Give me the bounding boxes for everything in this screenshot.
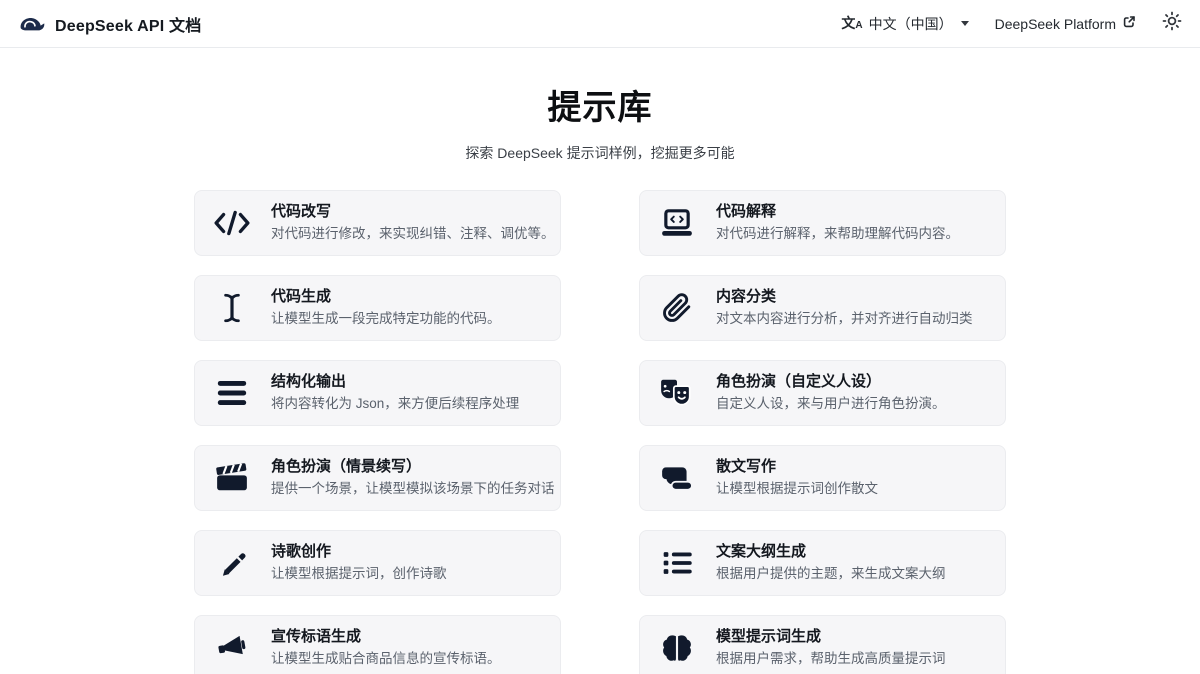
- pencil-icon: [209, 547, 255, 579]
- sun-icon: [1162, 11, 1182, 36]
- card-desc: 提供一个场景，让模型模拟该场景下的任务对话: [271, 481, 555, 497]
- card-content-classify[interactable]: 内容分类 对文本内容进行分析，并对齐进行自动归类: [639, 275, 1006, 341]
- language-label: 中文（中国）: [868, 15, 953, 32]
- card-desc: 自定义人设，来与用户进行角色扮演。: [716, 396, 946, 412]
- card-structured-output[interactable]: 结构化输出 将内容转化为 Json，来方便后续程序处理: [194, 360, 561, 426]
- card-desc: 让模型生成贴合商品信息的宣传标语。: [271, 651, 501, 667]
- card-title: 代码生成: [271, 288, 332, 306]
- brand[interactable]: DeepSeek API 文档: [18, 12, 201, 36]
- card-desc: 将内容转化为 Json，来方便后续程序处理: [271, 396, 520, 412]
- card-title: 结构化输出: [271, 373, 347, 391]
- code-icon: [209, 208, 255, 238]
- card-code-explain[interactable]: 代码解释 对代码进行解释，来帮助理解代码内容。: [639, 190, 1006, 256]
- card-title: 诗歌创作: [271, 543, 332, 561]
- brain-icon: [654, 633, 700, 663]
- list-icon: [654, 549, 700, 577]
- platform-link[interactable]: DeepSeek Platform: [995, 15, 1136, 32]
- clapperboard-icon: [209, 463, 255, 493]
- card-desc: 对代码进行解释，来帮助理解代码内容。: [716, 226, 959, 242]
- translate-icon: 文A: [841, 15, 863, 31]
- megaphone-icon: [209, 633, 255, 663]
- card-roleplay-scenario[interactable]: 角色扮演（情景续写） 提供一个场景，让模型模拟该场景下的任务对话: [194, 445, 561, 511]
- deepseek-whale-icon: [18, 14, 45, 34]
- card-title: 角色扮演（自定义人设）: [716, 373, 882, 391]
- card-poetry-writing[interactable]: 诗歌创作 让模型根据提示词，创作诗歌: [194, 530, 561, 596]
- card-code-rewrite[interactable]: 代码改写 对代码进行修改，来实现纠错、注释、调优等。: [194, 190, 561, 256]
- laptop-code-icon: [654, 208, 700, 238]
- hero: 提示库 探索 DeepSeek 提示词样例，挖掘更多可能: [0, 48, 1200, 163]
- card-prose-writing[interactable]: 散文写作 让模型根据提示词创作散文: [639, 445, 1006, 511]
- external-link-icon: [1122, 15, 1136, 32]
- card-outline-generate[interactable]: 文案大纲生成 根据用户提供的主题，来生成文案大纲: [639, 530, 1006, 596]
- paperclip-icon: [654, 293, 700, 323]
- theater-masks-icon: [654, 377, 700, 409]
- bars-icon: [209, 379, 255, 407]
- card-desc: 对文本内容进行分析，并对齐进行自动归类: [716, 311, 973, 327]
- theme-toggle[interactable]: [1162, 11, 1182, 36]
- card-title: 内容分类: [716, 288, 777, 306]
- card-title: 宣传标语生成: [271, 628, 362, 646]
- page-subtitle: 探索 DeepSeek 提示词样例，挖掘更多可能: [465, 145, 735, 161]
- card-title: 模型提示词生成: [716, 628, 822, 646]
- card-desc: 让模型根据提示词创作散文: [716, 481, 878, 497]
- brand-title: DeepSeek API 文档: [55, 17, 202, 35]
- page-title: 提示库: [547, 89, 653, 127]
- card-title: 文案大纲生成: [716, 543, 807, 561]
- card-title: 散文写作: [716, 458, 777, 476]
- card-title: 代码解释: [716, 203, 777, 221]
- card-desc: 让模型生成一段完成特定功能的代码。: [271, 311, 501, 327]
- card-desc: 对代码进行修改，来实现纠错、注释、调优等。: [271, 226, 555, 242]
- card-desc: 让模型根据提示词，创作诗歌: [271, 566, 447, 582]
- top-navbar: DeepSeek API 文档 文A 中文（中国） DeepSeek Platf…: [0, 0, 1200, 48]
- scroll-icon: [654, 463, 700, 493]
- prompt-card-grid: 代码改写 对代码进行修改，来实现纠错、注释、调优等。 代码解释 对代码进行解释，…: [194, 190, 1006, 674]
- i-cursor-icon: [209, 292, 255, 324]
- card-title: 角色扮演（情景续写）: [271, 458, 422, 476]
- card-code-generate[interactable]: 代码生成 让模型生成一段完成特定功能的代码。: [194, 275, 561, 341]
- card-slogan-generate[interactable]: 宣传标语生成 让模型生成贴合商品信息的宣传标语。: [194, 615, 561, 674]
- card-prompt-generate[interactable]: 模型提示词生成 根据用户需求，帮助生成高质量提示词: [639, 615, 1006, 674]
- chevron-down-icon: [960, 21, 969, 26]
- card-roleplay-persona[interactable]: 角色扮演（自定义人设） 自定义人设，来与用户进行角色扮演。: [639, 360, 1006, 426]
- language-switcher[interactable]: 文A 中文（中国）: [841, 14, 969, 34]
- platform-link-label: DeepSeek Platform: [994, 15, 1116, 32]
- card-desc: 根据用户提供的主题，来生成文案大纲: [716, 566, 946, 582]
- card-title: 代码改写: [271, 203, 332, 221]
- card-desc: 根据用户需求，帮助生成高质量提示词: [716, 651, 946, 667]
